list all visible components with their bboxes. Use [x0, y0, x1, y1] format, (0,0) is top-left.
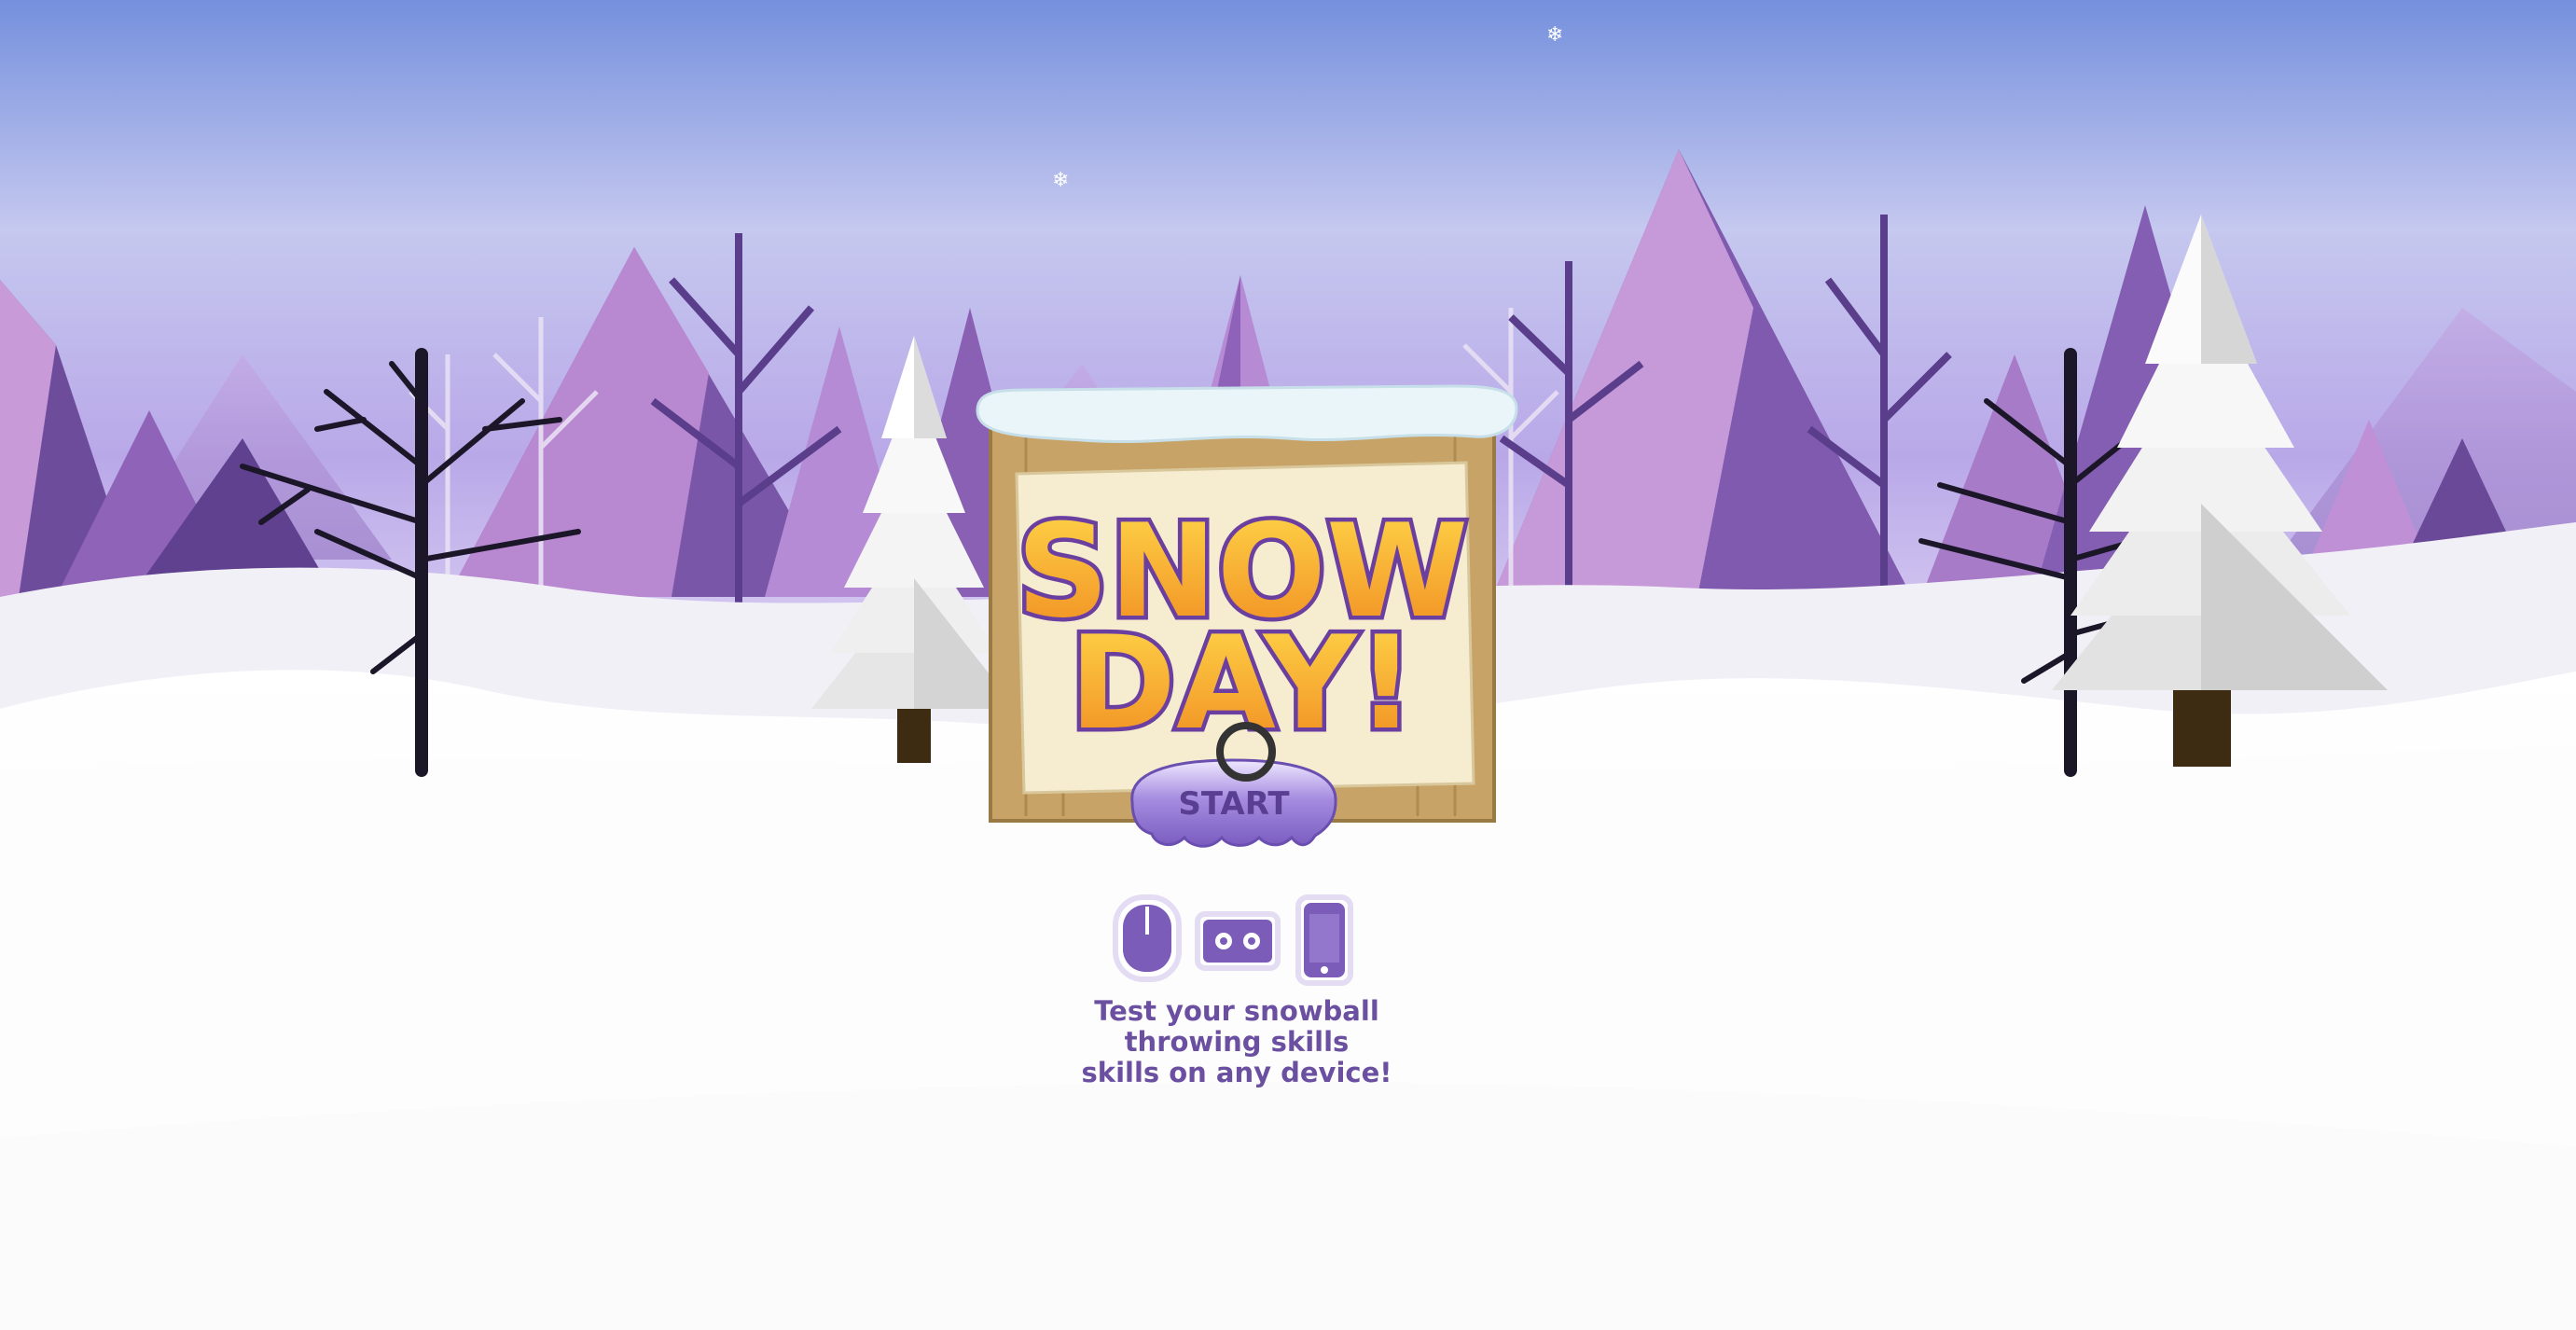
tagline-line: skills on any device!: [1081, 1057, 1392, 1088]
mouse-icon: [1113, 894, 1182, 982]
tagline: Test your snowball throwing skills skill…: [1008, 996, 1465, 1088]
tagline-line: Test your snowball: [1094, 995, 1379, 1027]
snowflake-icon: ❄: [1052, 169, 1069, 192]
tagline-line: throwing skills: [1124, 1026, 1350, 1058]
title-sign: SNOW DAY!: [976, 384, 1518, 823]
snow-foreground: [0, 1082, 2576, 1330]
start-label: START: [1178, 785, 1290, 823]
phone-icon: [1295, 894, 1353, 986]
snowflake-icon: ❄: [1546, 23, 1563, 47]
vr-headset-icon: [1195, 911, 1281, 971]
logo-line2: DAY!: [1069, 608, 1415, 758]
game-scene: ❄ ❄ SNOW DAY! START: [0, 0, 2576, 1330]
